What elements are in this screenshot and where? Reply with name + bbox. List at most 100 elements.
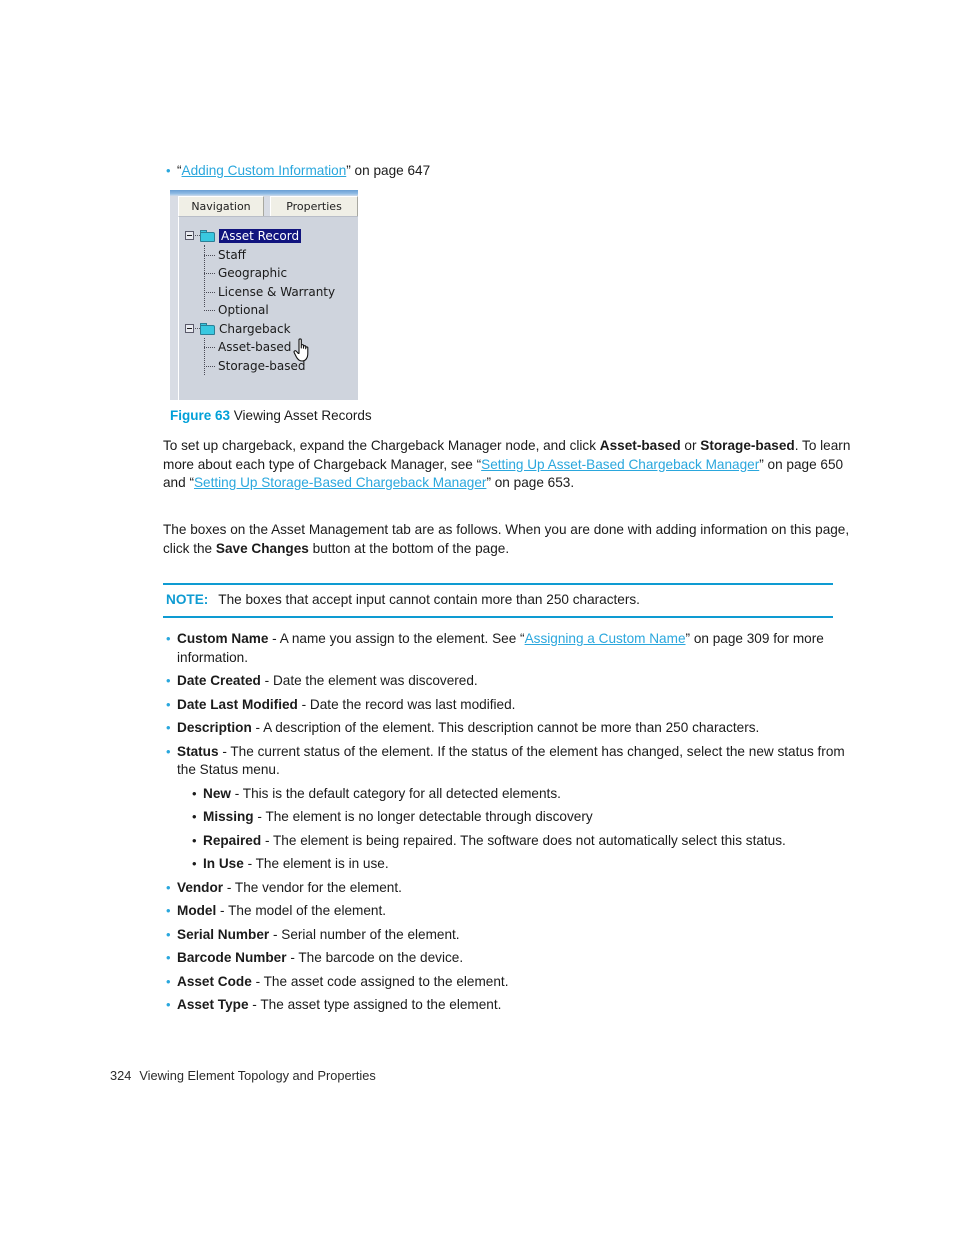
desc-serial-number: - Serial number of the element. bbox=[269, 926, 460, 942]
paragraph-chargeback-setup: To set up chargeback, expand the Chargeb… bbox=[163, 437, 853, 493]
tree-root: Asset Record Staff Geographic License & … bbox=[179, 227, 358, 375]
desc-custom-name: - A name you assign to the element. See … bbox=[268, 631, 525, 646]
term-status-in-use: In Use bbox=[203, 856, 244, 871]
list-item-status-new: • New - This is the default category for… bbox=[189, 785, 853, 804]
term-status: Status bbox=[177, 743, 219, 759]
desc-date-created: - Date the element was discovered. bbox=[260, 673, 478, 688]
desc-status-new: - This is the default category for all d… bbox=[230, 785, 561, 801]
bullet-dot-icon: • bbox=[192, 785, 197, 801]
folder-icon bbox=[200, 230, 215, 242]
desc-asset-code: - The asset code assigned to the element… bbox=[251, 973, 509, 989]
bullet-dot-icon: • bbox=[192, 856, 197, 871]
bullet-dot-icon: • bbox=[166, 673, 171, 688]
intro-bullet-list: • “Adding Custom Information” on page 64… bbox=[163, 162, 853, 181]
list-item-serial-number: • Serial Number - Serial number of the e… bbox=[163, 926, 853, 945]
term-serial-number: Serial Number bbox=[177, 926, 270, 942]
list-item-asset-code: • Asset Code - The asset code assigned t… bbox=[163, 973, 853, 992]
collapse-box-icon[interactable] bbox=[185, 323, 194, 333]
pointing-hand-cursor-icon bbox=[292, 337, 314, 363]
term-asset-code: Asset Code bbox=[177, 973, 252, 989]
desc-date-last-modified: - Date the record was last modified. bbox=[297, 696, 516, 712]
note-rule-bottom bbox=[163, 616, 833, 618]
tab-navigation[interactable]: Navigation bbox=[178, 196, 264, 216]
tree-node-label: Chargeback bbox=[219, 321, 291, 336]
desc-vendor: - The vendor for the element. bbox=[223, 879, 402, 895]
term-status-repaired: Repaired bbox=[203, 832, 262, 848]
tree-elbow-icon bbox=[204, 291, 215, 294]
link-adding-custom-information[interactable]: Adding Custom Information bbox=[182, 163, 347, 178]
term-description: Description bbox=[177, 720, 252, 735]
status-value-list: • New - This is the default category for… bbox=[189, 785, 853, 879]
figure-number: Figure 63 bbox=[170, 408, 231, 423]
desc-status-missing: - The element is no longer detectable th… bbox=[253, 809, 593, 824]
bullet-dot-icon: • bbox=[166, 903, 171, 918]
link-setting-up-asset-based-chargeback-manager[interactable]: Setting Up Asset-Based Chargeback Manage… bbox=[481, 457, 759, 472]
list-item-status-repaired: • Repaired - The element is being repair… bbox=[189, 832, 853, 851]
tree-node-geographic[interactable]: Geographic bbox=[179, 264, 358, 283]
bullet-dot-icon: • bbox=[166, 163, 171, 178]
bullet-dot-icon: • bbox=[166, 973, 171, 989]
bullet-dot-icon: • bbox=[166, 743, 171, 759]
desc-barcode-number: - The barcode on the device. bbox=[286, 950, 464, 965]
tab-properties[interactable]: Properties bbox=[270, 196, 358, 216]
bullet-dot-icon: • bbox=[166, 879, 171, 895]
collapse-box-icon[interactable] bbox=[185, 231, 194, 240]
list-item-model: • Model - The model of the element. bbox=[163, 902, 853, 921]
tree-node-label: Geographic bbox=[218, 266, 288, 280]
p1-bold-storage-based: Storage-based bbox=[700, 438, 795, 453]
list-item-asset-type: • Asset Type - The asset type assigned t… bbox=[163, 996, 853, 1015]
paragraph-asset-management-tab: The boxes on the Asset Management tab ar… bbox=[163, 521, 853, 558]
bullet-dot-icon: • bbox=[166, 950, 171, 965]
list-item-status: • Status - The current status of the ele… bbox=[163, 743, 853, 780]
figure-screenshot-asset-records: Navigation Properties Asset Record Staff… bbox=[170, 190, 358, 400]
note-block: NOTE: The boxes that accept input cannot … bbox=[166, 591, 836, 610]
footer-chapter-title: Viewing Element Topology and Properties bbox=[139, 1068, 376, 1083]
link-setting-up-storage-based-chargeback-manager[interactable]: Setting Up Storage-Based Chargeback Mana… bbox=[194, 475, 486, 490]
tree-node-storage-based[interactable]: Storage-based bbox=[179, 357, 358, 376]
navigation-tree-pane[interactable]: Asset Record Staff Geographic License & … bbox=[178, 216, 358, 400]
figure-caption: Figure 63 Viewing Asset Records bbox=[170, 408, 372, 423]
note-rule-top bbox=[163, 583, 833, 585]
tree-elbow-icon bbox=[204, 365, 215, 368]
bullet-dot-icon: • bbox=[166, 926, 171, 942]
field-definition-list: • Custom Name - A name you assign to the… bbox=[163, 630, 853, 1015]
tree-elbow-icon bbox=[204, 254, 215, 257]
tree-node-label: License & Warranty bbox=[218, 284, 336, 299]
p2-seg2: button at the bottom of the page. bbox=[308, 540, 510, 556]
tree-node-label-wrap: Asset Record bbox=[219, 227, 302, 246]
tab-bar: Navigation Properties bbox=[170, 196, 358, 216]
list-item-barcode-number: • Barcode Number - The barcode on the de… bbox=[163, 949, 853, 968]
tree-elbow-icon bbox=[204, 310, 215, 312]
tree-node-optional[interactable]: Optional bbox=[179, 301, 358, 320]
term-barcode-number: Barcode Number bbox=[177, 950, 287, 965]
tree-node-label: Optional bbox=[218, 303, 269, 317]
list-item-description: • Description - A description of the ele… bbox=[163, 719, 853, 738]
tree-node-asset-record[interactable]: Asset Record bbox=[179, 227, 358, 246]
document-page: • “Adding Custom Information” on page 64… bbox=[0, 0, 954, 1235]
p1-bold-asset-based: Asset-based bbox=[599, 438, 681, 453]
note-text: The boxes that accept input cannot conta… bbox=[218, 592, 640, 607]
footer-page-number: 324 bbox=[110, 1068, 132, 1083]
tree-node-asset-based[interactable]: Asset-based bbox=[179, 338, 358, 357]
desc-asset-type: - The asset type assigned to the element… bbox=[248, 997, 502, 1012]
p1-seg2: or bbox=[680, 438, 701, 453]
list-item-status-missing: • Missing - The element is no longer det… bbox=[189, 808, 853, 827]
intro-bullet-tail: on page 647 bbox=[350, 163, 431, 178]
term-asset-type: Asset Type bbox=[177, 997, 249, 1012]
note-label: NOTE: bbox=[166, 592, 209, 607]
list-item: • “Adding Custom Information” on page 64… bbox=[163, 162, 853, 181]
list-item-date-created: • Date Created - Date the element was di… bbox=[163, 672, 853, 691]
intro-bullet-text: “Adding Custom Information” on page 647 bbox=[177, 162, 853, 181]
list-item-status-in-use: • In Use - The element is in use. bbox=[189, 855, 853, 874]
tree-node-label: Asset Record bbox=[219, 229, 302, 243]
link-assigning-a-custom-name[interactable]: Assigning a Custom Name bbox=[525, 631, 686, 646]
p2-bold-save-changes: Save Changes bbox=[215, 540, 309, 556]
page-footer: 324 Viewing Element Topology and Properti… bbox=[110, 1068, 376, 1083]
bullet-dot-icon: • bbox=[192, 809, 197, 824]
term-custom-name: Custom Name bbox=[177, 631, 269, 646]
tree-node-license-and-warranty[interactable]: License & Warranty bbox=[179, 283, 358, 302]
tree-node-chargeback[interactable]: Chargeback bbox=[179, 320, 358, 339]
tree-elbow-icon bbox=[204, 273, 215, 275]
tree-node-staff[interactable]: Staff bbox=[179, 246, 358, 265]
tree-elbow-icon bbox=[204, 347, 215, 349]
